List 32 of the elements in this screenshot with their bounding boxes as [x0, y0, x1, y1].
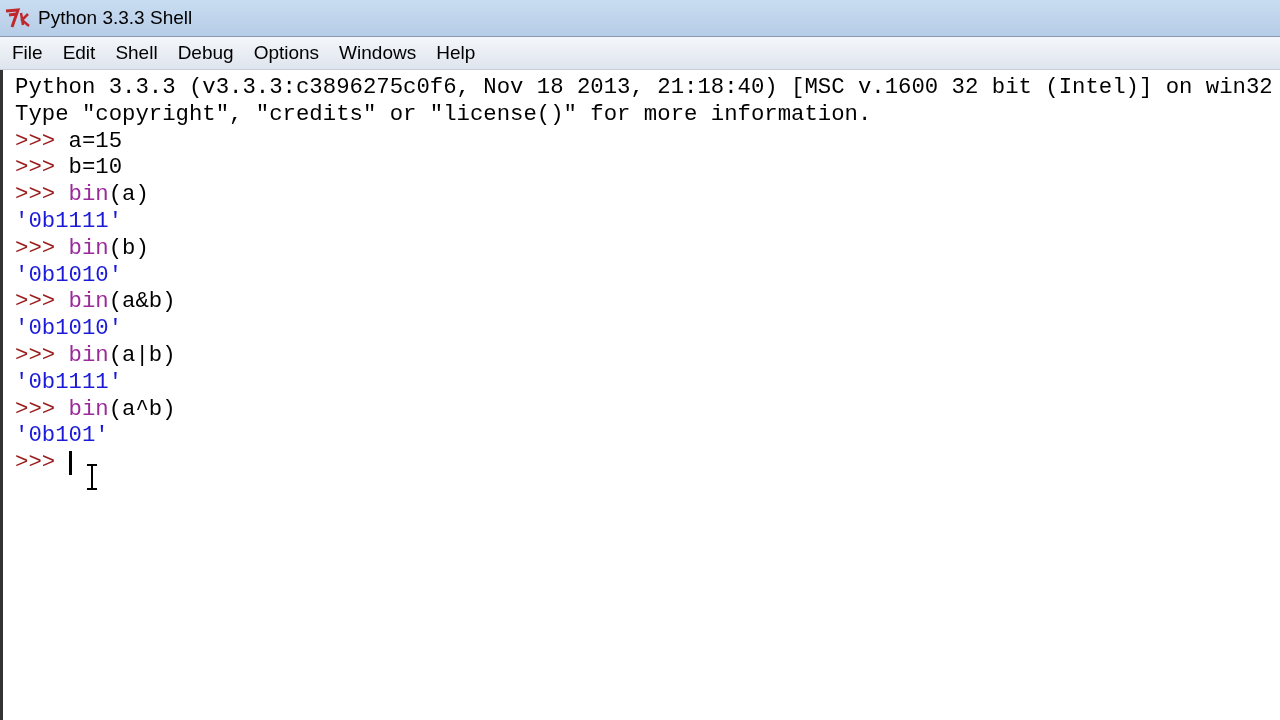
prompt-text: >>>: [15, 181, 56, 208]
menu-item[interactable]: Edit: [54, 38, 104, 68]
output-text: '0b1010': [15, 261, 123, 289]
menu-item[interactable]: Windows: [331, 38, 425, 68]
prompt-text: >>>: [15, 154, 56, 182]
output-text: '0b101': [15, 422, 109, 450]
output-text: '0b1010': [15, 315, 123, 342]
code-text: bin(a^b): [68, 395, 176, 423]
mouse-cursor-icon: [85, 464, 99, 490]
code-text: bin(a|b): [68, 341, 176, 369]
window-title: Python 3.3.3 Shell: [38, 5, 193, 30]
app-logo-icon: [4, 7, 32, 29]
output-text: '0b1111': [15, 368, 123, 396]
code-text: a=15: [68, 127, 123, 155]
code-text: bin(b): [68, 234, 149, 262]
menu-item[interactable]: Debug: [169, 38, 242, 68]
banner-text: Type "copyright", "credits" or "license()" for more information.: [15, 100, 872, 128]
code-text: bin(a): [68, 181, 149, 208]
code-text: bin(a&b): [68, 288, 176, 316]
menu-item[interactable]: Shell: [107, 38, 166, 68]
prompt-text: >>>: [15, 127, 56, 155]
output-text: '0b1111': [15, 208, 123, 235]
menu-item[interactable]: Help: [428, 38, 484, 68]
prompt-text: >>>: [15, 395, 56, 423]
menu-item[interactable]: File: [4, 38, 51, 68]
menu-item[interactable]: Options: [245, 38, 328, 68]
prompt-text: >>>: [15, 449, 56, 476]
code-text: b=10: [68, 154, 123, 182]
banner-text: Python 3.3.3 (v3.3.3:c3896275c0f6, Nov 18 2013, 21:18:40) [MSC v.1600 32 bit (Intel)] on win32: [15, 74, 1273, 101]
prompt-text: >>>: [15, 288, 56, 316]
prompt-text: >>>: [15, 341, 56, 369]
prompt-text: >>>: [15, 234, 56, 262]
